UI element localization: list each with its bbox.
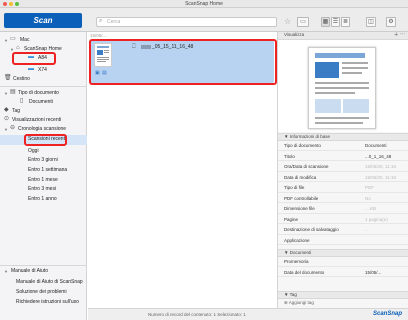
documents-section-header[interactable]: ▼ Documenti bbox=[278, 249, 408, 257]
recent-icon: ⊙ bbox=[4, 116, 10, 122]
info-row[interactable]: Titolo ...0_1_16_48 bbox=[278, 153, 408, 161]
collapse-arrow-icon[interactable]: ▼ bbox=[284, 134, 288, 139]
zoom-window-button[interactable] bbox=[15, 2, 19, 6]
settings-button[interactable]: ⚙ bbox=[386, 17, 396, 27]
info-key: Dimensione file bbox=[284, 206, 315, 211]
info-key: Applicazione bbox=[284, 237, 310, 243]
date-group-header: 15/05/... bbox=[90, 33, 107, 38]
sidebar: ▼ ▭ Mac ▼ ⌂ ScanSnap Home ▬ A84 ▬ X74 🗑 … bbox=[0, 32, 87, 320]
info-key: Tipo di documento bbox=[284, 143, 321, 148]
info-key: Ora/Data di scansione bbox=[284, 164, 329, 169]
search-input[interactable]: ⌕ Cerca bbox=[96, 17, 277, 27]
info-key: Destinazione di salvataggio bbox=[284, 227, 339, 232]
minimize-window-button[interactable] bbox=[9, 2, 13, 6]
window-title: ScanSnap Home bbox=[185, 1, 223, 7]
info-row[interactable]: PDF controllabile No bbox=[278, 195, 408, 203]
folder-icon: ▬ bbox=[28, 66, 34, 72]
status-bar: Numero di record del contenuto: 1 Selezi… bbox=[88, 308, 408, 320]
expand-arrow-icon[interactable]: ▼ bbox=[4, 267, 8, 276]
panel-toggle-button[interactable]: ◫ bbox=[366, 17, 376, 27]
help-link-manual[interactable]: Manuale di Aiuto di ScanSnap bbox=[16, 278, 83, 287]
detail-view-button[interactable]: ≣ bbox=[341, 17, 350, 27]
info-value: 15/05/20, 11:16 bbox=[365, 164, 396, 169]
document-type-icon: ▤ bbox=[10, 89, 16, 95]
close-window-button[interactable] bbox=[3, 2, 7, 6]
highlight-box bbox=[24, 134, 67, 146]
info-row[interactable]: Tipo di documento Documenti bbox=[278, 142, 408, 151]
info-value: ... KB bbox=[365, 206, 377, 211]
info-value: 15/05/... bbox=[365, 269, 382, 275]
info-key: Data del documento bbox=[284, 269, 325, 275]
more-options-icon[interactable]: ＋ ⋯ bbox=[394, 32, 405, 38]
collapse-arrow-icon[interactable]: ▼ bbox=[284, 250, 288, 255]
add-tag-button[interactable]: ⊕ Aggiungi tag bbox=[284, 300, 314, 306]
info-row[interactable]: Ora/Data di scansione 15/05/20, 11:16 bbox=[278, 163, 408, 172]
divider bbox=[0, 265, 87, 266]
expand-arrow-icon[interactable]: ▼ bbox=[4, 125, 8, 134]
sidebar-item-entro-1-settimana[interactable]: Entro 1 settimana bbox=[28, 166, 67, 175]
info-value: No bbox=[365, 195, 371, 201]
info-value: ...0_1_16_48 bbox=[365, 153, 392, 159]
info-row[interactable]: Tipo di file PDF bbox=[278, 184, 408, 193]
info-row[interactable]: Dimensione file ... KB bbox=[278, 205, 408, 214]
help-link-troubleshooting[interactable]: Soluzione dei problemi bbox=[16, 288, 67, 297]
preview-page bbox=[308, 47, 376, 129]
scan-button[interactable]: Scan bbox=[4, 13, 82, 28]
info-key: Data di modifica bbox=[284, 174, 317, 180]
computer-icon: ▭ bbox=[10, 36, 16, 42]
info-key: Titolo bbox=[284, 153, 295, 159]
sidebar-item-entro-1-anno[interactable]: Entro 1 anno bbox=[28, 195, 57, 204]
content-area: 15/05/... ▣ ▤ ⎕ _05_15_11_16_48 bbox=[88, 32, 277, 308]
sidebar-item-oggi[interactable]: Oggi bbox=[28, 147, 39, 156]
list-view-button[interactable]: ☰ bbox=[331, 17, 340, 27]
search-placeholder: Cerca bbox=[107, 19, 121, 25]
info-row[interactable]: Data del documento 15/05/... bbox=[278, 269, 408, 277]
info-row[interactable]: Applicazione bbox=[278, 237, 408, 245]
info-value: PDF bbox=[365, 185, 374, 190]
info-value: 15/05/20, 11:16 bbox=[365, 174, 396, 180]
sidebar-item-entro-3-mesi[interactable]: Entro 3 mesi bbox=[28, 185, 56, 194]
toolbar: Scan ⌕ Cerca ☆ ▭ ▦ ☰ ≣ ◫ ⚙ bbox=[0, 8, 408, 32]
info-value: 1 pagina(e) bbox=[365, 216, 388, 222]
status-text: Numero di record del contenuto: 1 Selezi… bbox=[148, 312, 246, 317]
info-key: Tipo di file bbox=[284, 185, 305, 190]
add-icon: ⊕ bbox=[284, 300, 288, 305]
collapse-arrow-icon[interactable]: ▼ bbox=[284, 292, 288, 297]
document-icon: ▯ bbox=[20, 98, 24, 104]
expand-arrow-icon[interactable]: ▼ bbox=[4, 36, 8, 45]
tag-icon: ◆ bbox=[4, 107, 9, 113]
view-options-button[interactable]: ▭ bbox=[297, 17, 309, 27]
info-key: Promemoria bbox=[284, 259, 309, 264]
preview-pane bbox=[278, 40, 408, 132]
info-value: Documenti bbox=[365, 143, 387, 148]
history-icon: ⊖ bbox=[10, 125, 16, 131]
info-key: PDF controllabile bbox=[284, 195, 319, 201]
search-icon: ⌕ bbox=[99, 18, 103, 24]
preview-section-header[interactable]: Visualizza ＋ ⋯ bbox=[278, 32, 408, 40]
info-row[interactable]: Data di modifica 15/05/20, 11:16 bbox=[278, 174, 408, 182]
tag-section-header[interactable]: ▼ Tag bbox=[278, 291, 408, 299]
favorite-star-icon[interactable]: ☆ bbox=[284, 17, 291, 26]
info-row[interactable]: Pagine 1 pagina(e) bbox=[278, 216, 408, 224]
info-value: ... bbox=[365, 227, 369, 232]
sidebar-item-entro-3-giorni[interactable]: Entro 3 giorni bbox=[28, 156, 58, 165]
highlight-box bbox=[89, 39, 277, 85]
info-section-header[interactable]: ▼ Informazioni di base bbox=[278, 133, 408, 141]
highlight-box bbox=[12, 52, 56, 65]
info-row[interactable]: Destinazione di salvataggio... bbox=[278, 226, 408, 235]
info-key: Pagine bbox=[284, 216, 299, 222]
thumbnail-view-button[interactable]: ▦ bbox=[321, 17, 330, 27]
brand-logo: ScanSnap bbox=[372, 311, 402, 317]
title-bar: ScanSnap Home bbox=[0, 0, 408, 8]
trash-icon: 🗑 bbox=[4, 75, 12, 81]
sidebar-item-entro-1-mese[interactable]: Entro 1 mese bbox=[28, 176, 58, 185]
right-panel: Visualizza ＋ ⋯ ▼ Informazioni di base Ti… bbox=[277, 32, 408, 308]
info-row[interactable]: Promemoria bbox=[278, 258, 408, 267]
divider bbox=[0, 86, 87, 87]
expand-arrow-icon[interactable]: ▼ bbox=[4, 89, 8, 98]
help-link-instructions[interactable]: Richiedere istruzioni sull'uso bbox=[16, 298, 79, 307]
